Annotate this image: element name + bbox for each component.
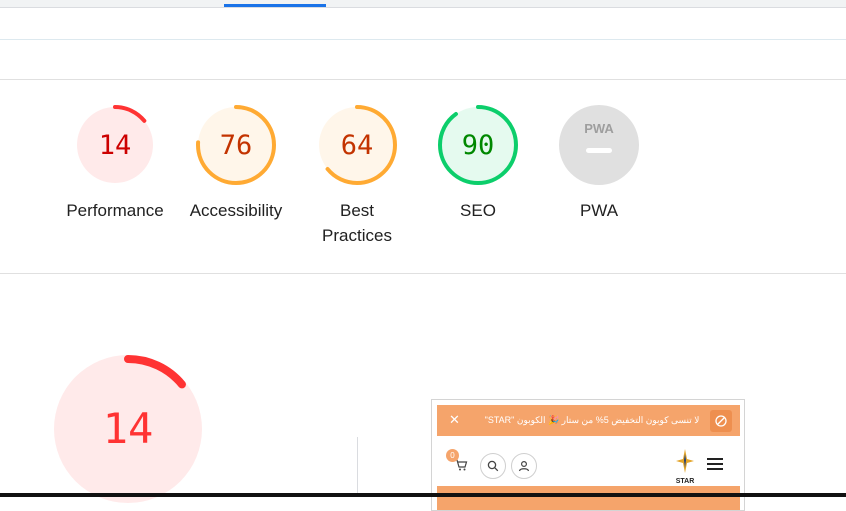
user-icon[interactable] (511, 453, 537, 479)
star-logo[interactable]: STAR (672, 449, 698, 485)
gauge-score: 90 (462, 130, 495, 161)
star-logo-icon (676, 449, 694, 473)
performance-detail-chart: 14 (54, 355, 202, 503)
pwa-badge-icon: PWA (584, 121, 614, 136)
search-icon[interactable] (480, 453, 506, 479)
promo-text: لا تنسى كوبون التخفيض 5% من ستار 🎉 الكوب… (484, 415, 700, 425)
promo-banner: ✕ لا تنسى كوبون التخفيض 5% من ستار 🎉 الك… (437, 405, 740, 436)
gauge-pwa-chart: PWA (559, 105, 639, 185)
gauge-accessibility-chart: 76 (196, 105, 276, 185)
close-icon[interactable]: ✕ (449, 411, 460, 429)
top-tab-strip (0, 0, 846, 8)
gauge-seo[interactable]: 90 SEO (418, 104, 538, 223)
gauge-best-practices-chart: 64 (317, 105, 397, 185)
hero-banner (437, 486, 740, 510)
gauge-performance-chart: 14 (75, 105, 155, 185)
gauge-score: 64 (341, 130, 374, 161)
gauge-performance[interactable]: 14 Performance (55, 104, 175, 223)
gauge-score: 14 (103, 404, 154, 453)
gauge-background (559, 105, 639, 185)
gauge-label: Performance (66, 201, 164, 220)
no-entry-icon (710, 410, 732, 432)
menu-icon[interactable] (707, 458, 723, 471)
divider (0, 39, 846, 40)
divider (0, 79, 846, 80)
gauge-accessibility[interactable]: 76 Accessibility (176, 104, 296, 223)
logo-text: STAR (675, 478, 695, 485)
cart-count-badge: 0 (446, 449, 459, 462)
gauge-label: Best Practices (322, 201, 392, 245)
gauge-pwa[interactable]: PWA PWA (539, 104, 659, 223)
pwa-dash-icon (586, 148, 612, 153)
column-divider (357, 437, 358, 497)
active-tab-indicator (224, 4, 326, 7)
gauge-best-practices[interactable]: 64 Best Practices (297, 104, 417, 248)
gauge-label: Accessibility (189, 201, 283, 220)
gauge-label: SEO (460, 201, 496, 220)
gauge-label: PWA (579, 201, 619, 220)
gauge-score: 14 (99, 130, 132, 161)
gauge-seo-chart: 90 (438, 105, 518, 185)
bottom-border (0, 493, 846, 497)
gauge-score: 76 (220, 130, 253, 161)
divider (0, 273, 846, 274)
performance-detail-gauge: 14 (52, 353, 204, 505)
